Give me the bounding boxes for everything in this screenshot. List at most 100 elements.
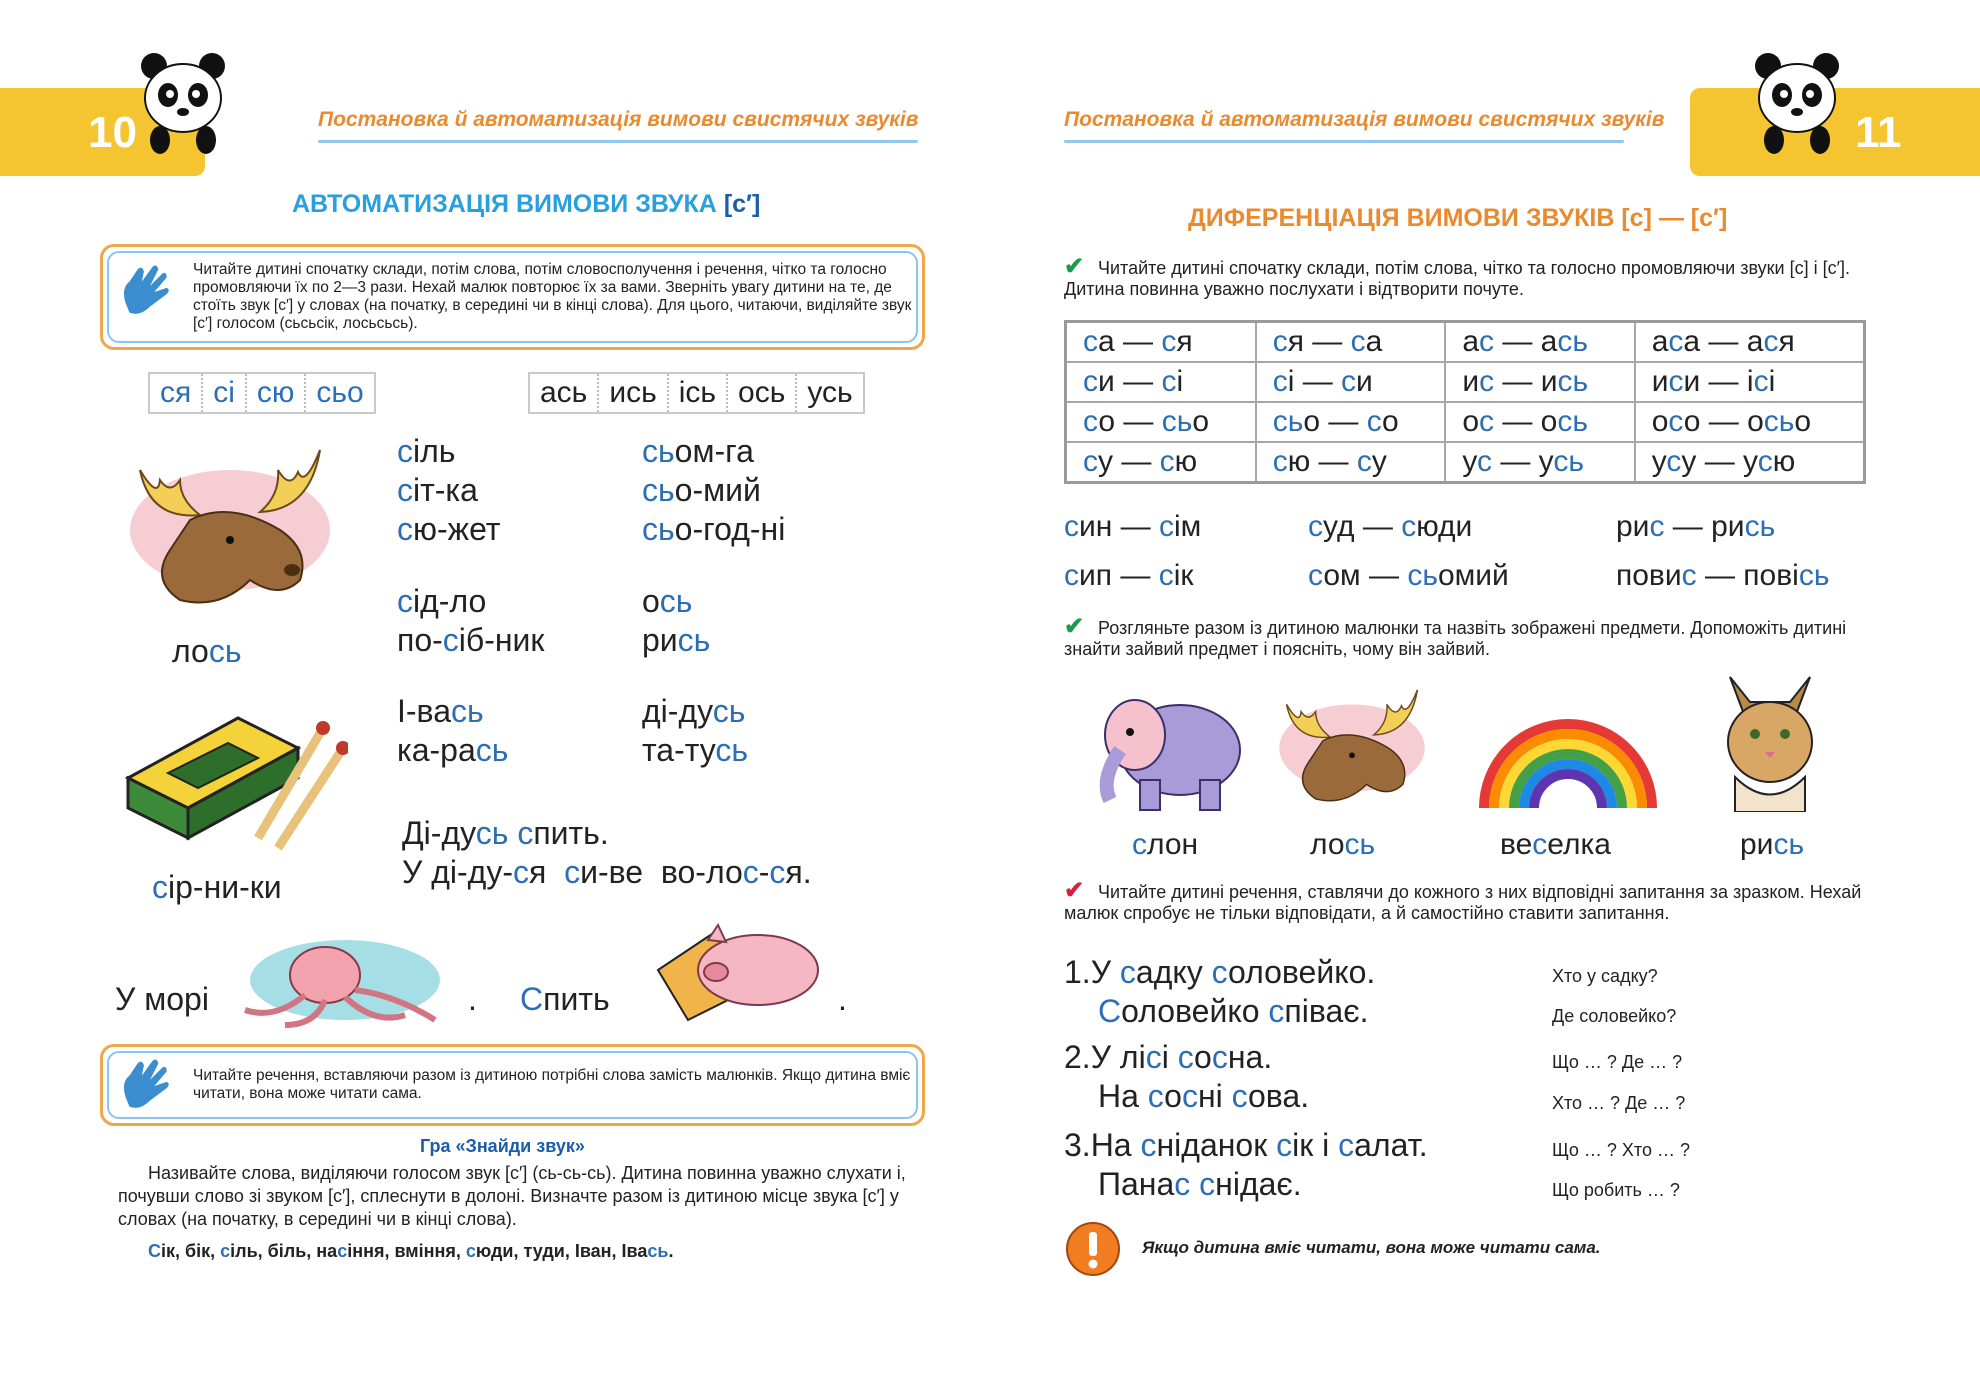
syllable: ся: [150, 374, 204, 412]
table-cell: аса — ася: [1633, 320, 1866, 363]
table-cell: ас — ась: [1444, 320, 1636, 363]
running-header-left: Постановка й автоматизація вимови свистя…: [318, 108, 919, 131]
table-cell: са — ся: [1064, 320, 1257, 363]
syllable: сю: [247, 374, 307, 412]
game-words: Сік, бік, сіль, біль, насіння, вміння, с…: [148, 1241, 674, 1261]
panda-icon-right: [1755, 53, 1839, 154]
table-cell: со — сьо: [1064, 401, 1257, 443]
hand-icon: [123, 1059, 169, 1108]
sentence-group-1: 1.У садку соловейко. Соловейко співає.: [1064, 953, 1375, 1031]
sentence-1: Ді-дусь спить.: [402, 815, 609, 851]
sentence-group-2: 2.У лісі сосна. На сосні сова.: [1064, 1038, 1309, 1116]
exclamation-icon: [1066, 1222, 1120, 1276]
word: по-сіб-ник: [397, 622, 545, 658]
game-text: Називайте слова, виділяючи голосом звук …: [118, 1163, 906, 1229]
sentence-2: У ді-ду-ся си-ве во-лос-ся.: [402, 854, 812, 890]
instruction-note-1: Читайте дитині спочатку склади, потім сл…: [100, 244, 925, 350]
game-title: Гра «Знайди звук»: [420, 1136, 585, 1156]
table-cell: ус — усь: [1444, 441, 1636, 484]
page-number-left: 10: [88, 108, 137, 157]
word-col-2b: ось рись: [642, 582, 710, 660]
table-cell: иси — ісі: [1633, 361, 1866, 403]
table-row: со — сьо сьо — со ос — ось осо — осьо: [1064, 401, 1866, 443]
table-cell: су — сю: [1064, 441, 1257, 484]
word-col-1b: сід-ло по-сіб-ник: [397, 582, 544, 660]
table-row: си — сі сі — си ис — ись иси — ісі: [1064, 361, 1866, 403]
word: сьом-га: [642, 433, 754, 469]
moose-illustration: [130, 449, 330, 604]
table-cell: усу — усю: [1633, 441, 1866, 484]
word-pair: суд — сюди: [1308, 510, 1473, 543]
table-row: су — сю сю — су ус — усь усу — усю: [1064, 441, 1866, 484]
syllable-row-1: ся сі сю сьо: [148, 372, 376, 414]
picture-sentence-1: У морі: [115, 981, 209, 1017]
question: Що робить … ?: [1552, 1180, 1680, 1200]
word: рись: [642, 622, 711, 658]
word-col-2a: сьом-га сьо-мий сьо-год-ні: [642, 432, 785, 549]
word: сьо-мий: [642, 472, 761, 508]
word: сіль: [397, 433, 456, 469]
sentence-number: 1.: [1064, 954, 1091, 990]
picture-sentence-2: Спить: [520, 981, 610, 1017]
word-pair: син — сім: [1064, 510, 1202, 543]
word-pair: сип — сік: [1064, 559, 1194, 592]
table-cell: сьо — со: [1254, 401, 1447, 443]
word-pair: повис — повісь: [1616, 559, 1830, 592]
octopus-illustration: [244, 940, 440, 1028]
instruction-3: Читайте дитині речення, ставлячи до кожн…: [1064, 882, 1862, 923]
question: Що … ? Хто … ?: [1552, 1140, 1690, 1160]
sentence-line: Соловейко співає.: [1098, 993, 1369, 1029]
section-title-left-sound: [с′]: [723, 190, 761, 218]
word-col-1a: сіль сіт-ка сю-жет: [397, 432, 500, 549]
matchbox-illustration: [124, 716, 348, 851]
question: Хто … ? Де … ?: [1552, 1093, 1686, 1113]
rainbow-illustration: [1479, 719, 1657, 809]
moose-illustration: [1279, 689, 1425, 802]
sentence-number: 2.: [1064, 1039, 1091, 1075]
question: Що … ? Де … ?: [1552, 1052, 1683, 1072]
matches-label: сір-ни-ки: [152, 869, 282, 905]
sentence-line: 1.У садку соловейко.: [1064, 954, 1376, 990]
lynx-illustration: [1727, 676, 1813, 812]
syllable: сі: [203, 374, 247, 412]
moose-label: лось: [172, 633, 242, 669]
table-cell: осо — осьо: [1633, 401, 1866, 443]
table-cell: ис — ись: [1444, 361, 1636, 403]
syllable: ось: [728, 374, 798, 412]
word: сід-ло: [397, 583, 487, 619]
dot: .: [468, 981, 477, 1017]
sentence-number: 3.: [1064, 1127, 1091, 1163]
question: Хто у садку?: [1552, 966, 1658, 986]
table-cell: сю — су: [1254, 441, 1447, 484]
sentence-line: Панас снідає.: [1098, 1166, 1302, 1202]
word: сю-жет: [397, 511, 501, 547]
elephant-illustration: [1099, 699, 1241, 811]
sentence-line: На сосні сова.: [1098, 1078, 1310, 1114]
picture-label-elephant: слон: [1132, 828, 1199, 861]
word: сьо-год-ні: [642, 511, 786, 547]
syllable: сьо: [316, 376, 364, 409]
word-col-1c: І-вась ка-рась: [397, 692, 508, 770]
footer-note: Якщо дитина вміє читати, вона може читат…: [1142, 1238, 1601, 1257]
instruction-note-2: Читайте речення, вставляючи разом із дит…: [100, 1044, 925, 1126]
syllable: ась: [530, 374, 600, 412]
word: І-вась: [397, 693, 484, 729]
header-rule-left: [318, 140, 918, 143]
instruction-2: Розгляньте разом із дитиною малюнки та н…: [1064, 618, 1847, 659]
picture-label-moose: лось: [1310, 828, 1376, 861]
word: ді-дусь: [642, 693, 746, 729]
table-cell: ос — ось: [1444, 401, 1636, 443]
instruction-note-2-text: Читайте речення, вставляючи разом із дит…: [193, 1067, 911, 1102]
word-pair: сом — сьомий: [1308, 559, 1509, 592]
header-rule-right: [1064, 140, 1624, 143]
section-title-right: ДИФЕРЕНЦІАЦІЯ ВИМОВИ ЗВУКІВ [с] — [с′]: [1188, 204, 1728, 232]
instruction-note-1-text: Читайте дитині спочатку склади, потім сл…: [193, 261, 912, 332]
picture-label-lynx: рись: [1740, 828, 1805, 861]
syllable-table: са — ся ся — са ас — ась аса — ася си — …: [1064, 320, 1866, 484]
sentence-line: 3.На сніданок сік і салат.: [1064, 1127, 1428, 1163]
word-col-2c: ді-дусь та-тусь: [642, 692, 748, 770]
pig-illustration: [656, 922, 819, 1022]
page-number-right: 11: [1855, 108, 1902, 157]
sentence-line: 2.У лісі сосна.: [1064, 1039, 1273, 1075]
running-header-right: Постановка й автоматизація вимови свистя…: [1064, 108, 1665, 131]
